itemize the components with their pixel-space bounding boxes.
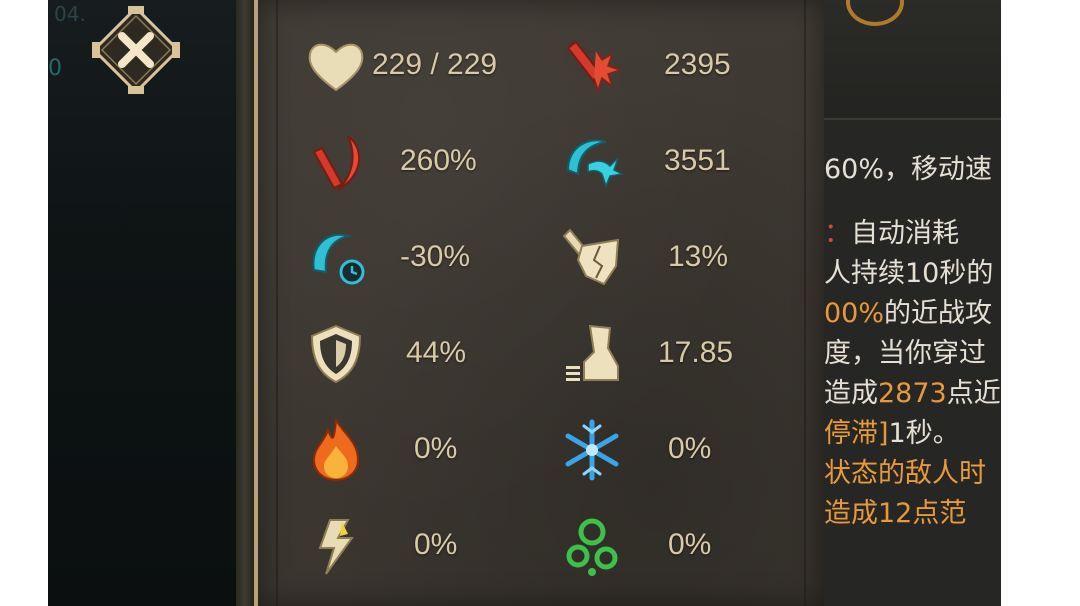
- desc-line-6a: 造成: [824, 378, 878, 409]
- stats-panel: 229 / 229 2395 260% 3551 -30% 13% 44% 17…: [254, 0, 828, 606]
- stat-poison-resist: 0%: [560, 514, 711, 578]
- melee-damage-icon: [312, 135, 361, 191]
- desc-line-2-colon: ：: [824, 218, 851, 249]
- stat-armor-value: 44%: [406, 336, 467, 369]
- stat-lightning-resist-value: 0%: [414, 528, 458, 561]
- stat-skill-power-value: 3551: [664, 144, 731, 177]
- stat-fire-resist: 0%: [304, 418, 457, 482]
- stat-health: 229 / 229: [304, 34, 497, 98]
- close-button[interactable]: [92, 6, 180, 94]
- fire-icon: [312, 418, 360, 482]
- poison-icon: [566, 518, 618, 576]
- desc-line-6c: 点近: [946, 378, 1001, 409]
- desc-line-7: 1秒。: [888, 418, 960, 449]
- lightning-icon: [318, 519, 354, 575]
- snowflake-icon: [565, 419, 619, 481]
- stat-crit-chance: 13%: [560, 226, 728, 290]
- desc-line-8: 状态的敌人时: [824, 458, 986, 489]
- close-icon: [92, 6, 180, 94]
- crit-chance-icon: [562, 228, 620, 286]
- stat-health-value: 229 / 229: [372, 48, 498, 81]
- desc-line-7-keyword: 停滞]: [824, 418, 889, 449]
- attack-power-icon: [566, 40, 623, 93]
- skill-power-icon: [566, 139, 624, 189]
- item-description-text: 60%，移动速 ：自动消耗 人持续10秒的 00%的近战攻 度，当你穿过 造成2…: [824, 150, 1001, 534]
- stat-attack-power: 2395: [560, 34, 731, 98]
- stat-ice-resist-value: 0%: [668, 432, 712, 465]
- desc-line-9: 造成12点范: [824, 498, 967, 529]
- desc-line-5: 度，当你穿过: [824, 338, 986, 369]
- stat-cooldown-value: -30%: [400, 240, 471, 273]
- heart-icon: [308, 43, 364, 92]
- stat-move-speed-value: 17.85: [658, 336, 734, 369]
- desc-line-6-number: 2873: [878, 378, 947, 409]
- stat-skill-power: 3551: [560, 130, 731, 194]
- stat-melee-damage: 260%: [304, 130, 477, 194]
- item-description-panel: 60%，移动速 ：自动消耗 人持续10秒的 00%的近战攻 度，当你穿过 造成2…: [824, 0, 1001, 606]
- desc-line-1: 60%，移动速: [824, 154, 993, 185]
- desc-line-2: 自动消耗: [851, 218, 959, 249]
- desc-line-4-number: 00%: [824, 298, 885, 329]
- stat-move-speed: 17.85: [560, 322, 733, 386]
- stat-attack-power-value: 2395: [664, 48, 731, 81]
- stat-lightning-resist: 0%: [304, 514, 457, 578]
- game-scene: 04. 0 229 / 229 2395 260% 3551 -30% 13% …: [48, 0, 1001, 606]
- stat-fire-resist-value: 0%: [414, 432, 458, 465]
- shield-icon: [310, 324, 362, 384]
- stat-cooldown: -30%: [304, 226, 470, 290]
- stat-crit-chance-value: 13%: [668, 240, 729, 273]
- left-faint-text-2: 0: [48, 56, 62, 81]
- left-faint-text: 04.: [54, 2, 86, 26]
- desc-line-4: 的近战攻: [884, 298, 993, 329]
- cooldown-icon: [312, 233, 365, 285]
- stat-poison-resist-value: 0%: [668, 528, 712, 561]
- desc-line-3: 人持续10秒的: [824, 258, 994, 289]
- stat-melee-damage-value: 260%: [400, 144, 477, 177]
- boot-icon: [566, 324, 619, 381]
- stat-ice-resist: 0%: [560, 418, 711, 482]
- item-header-strip: [824, 0, 1001, 120]
- stat-armor: 44%: [304, 322, 466, 386]
- item-ring-decoration: [846, 0, 904, 26]
